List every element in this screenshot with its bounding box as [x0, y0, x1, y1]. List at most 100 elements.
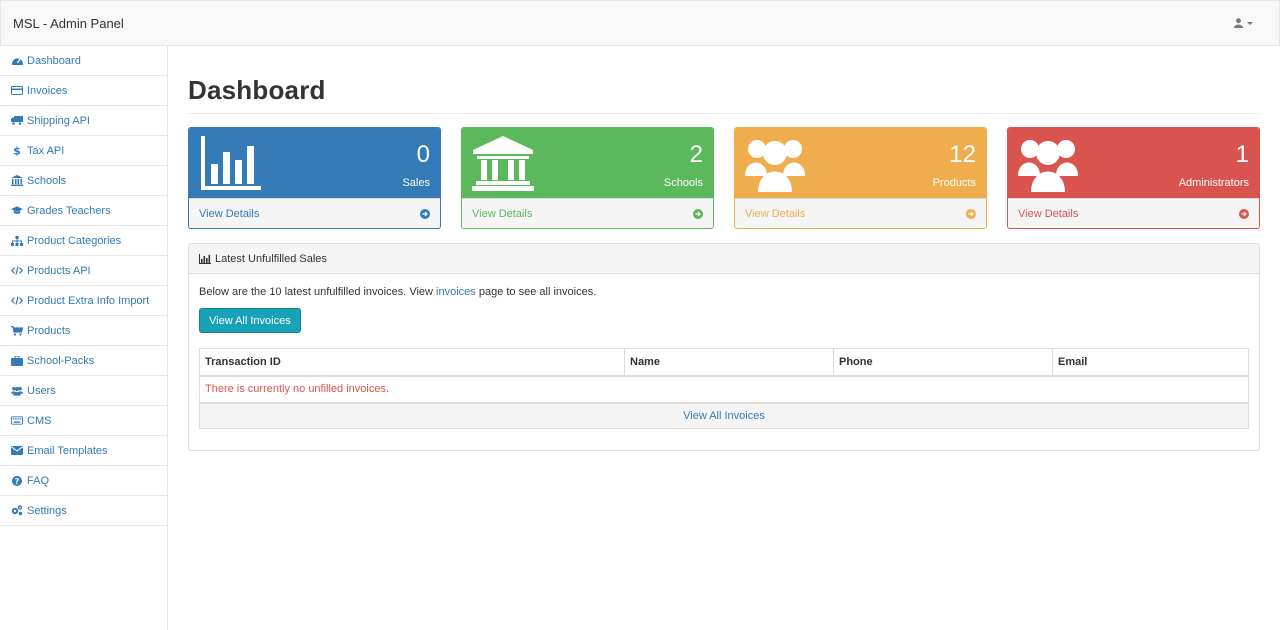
- sidebar-item-shipping-api[interactable]: Shipping API: [0, 106, 167, 136]
- sidebar-item-invoices[interactable]: Invoices: [0, 76, 167, 106]
- institution-icon: [472, 136, 534, 198]
- intro-text-end: page to see all invoices.: [475, 286, 597, 298]
- table-header-row: Transaction ID Name Phone Email: [199, 348, 1249, 377]
- sidebar-item-label: Products: [27, 324, 71, 337]
- panel-heading-text: Latest Unfulfilled Sales: [215, 252, 327, 265]
- column-header-phone[interactable]: Phone: [833, 348, 1053, 377]
- graduation-cap-icon: [11, 205, 23, 217]
- sidebar-item-products-api[interactable]: Products API: [0, 256, 167, 286]
- sidebar-item-school-packs[interactable]: School-Packs: [0, 346, 167, 376]
- stat-card-schools: 2 Schools View Details: [461, 127, 714, 229]
- intro-text: Below are the 10 latest unfulfilled invo…: [199, 286, 437, 298]
- view-details-link[interactable]: View Details: [189, 198, 440, 228]
- brand-title[interactable]: MSL - Admin Panel: [13, 16, 124, 31]
- sidebar-item-dashboard[interactable]: Dashboard: [0, 46, 167, 76]
- sidebar-item-users[interactable]: Users: [0, 376, 167, 406]
- panel-body: Below are the 10 latest unfulfilled invo…: [189, 274, 1259, 450]
- panel-heading: Latest Unfulfilled Sales: [189, 244, 1259, 274]
- question-circle-icon: ?: [11, 475, 23, 487]
- stat-card-numbers: 2 Schools: [664, 136, 703, 198]
- sidebar-item-label: CMS: [27, 414, 52, 427]
- latest-sales-panel: Latest Unfulfilled Sales Below are the 1…: [188, 243, 1260, 451]
- sidebar-item-product-categories[interactable]: Product Categories: [0, 226, 167, 256]
- view-all-invoices-footer-link[interactable]: View All Invoices: [199, 403, 1249, 429]
- user-icon: [1234, 18, 1243, 28]
- invoices-link[interactable]: invoices: [436, 286, 476, 298]
- panel-intro: Below are the 10 latest unfulfilled invo…: [199, 286, 1249, 298]
- truck-icon: [11, 115, 23, 127]
- view-details-label: View Details: [199, 208, 260, 220]
- svg-text:$: $: [13, 145, 21, 156]
- bar-chart-icon: [199, 253, 211, 264]
- main-content: Dashboard 0 Sales View Details 2 Schools View…: [168, 46, 1280, 630]
- sidebar-item-label: Shipping API: [27, 114, 90, 127]
- users-icon: [1018, 136, 1078, 198]
- stat-card-header: 0 Sales: [189, 128, 440, 198]
- column-header-email[interactable]: Email: [1052, 348, 1249, 377]
- view-details-label: View Details: [745, 208, 806, 220]
- keyboard-icon: [11, 415, 23, 427]
- sidebar-item-label: Products API: [27, 264, 91, 277]
- column-header-name[interactable]: Name: [624, 348, 834, 377]
- stat-card-sales: 0 Sales View Details: [188, 127, 441, 229]
- sidebar-item-label: Grades Teachers: [27, 204, 111, 217]
- empty-message: There is currently no unfilled invoices.: [205, 383, 390, 396]
- stat-card-header: 2 Schools: [462, 128, 713, 198]
- bar-chart-icon: [199, 136, 263, 198]
- sidebar-item-label: Product Extra Info Import: [27, 294, 150, 307]
- sidebar-item-product-extra-info-import[interactable]: Product Extra Info Import: [0, 286, 167, 316]
- arrow-circle-right-icon: [420, 209, 430, 219]
- arrow-circle-right-icon: [966, 209, 976, 219]
- stat-value: 2: [689, 141, 703, 168]
- code-icon: [11, 265, 23, 277]
- sidebar-item-label: Email Templates: [27, 444, 108, 457]
- sidebar-item-tax-api[interactable]: $ Tax API: [0, 136, 167, 166]
- stat-label: Administrators: [1178, 177, 1249, 189]
- stat-card-numbers: 1 Administrators: [1179, 136, 1249, 198]
- view-details-label: View Details: [472, 208, 533, 220]
- code-icon: [11, 295, 23, 307]
- chevron-down-icon: [1247, 21, 1253, 25]
- view-details-link[interactable]: View Details: [462, 198, 713, 228]
- stat-card-header: 1 Administrators: [1008, 128, 1259, 198]
- stat-cards: 0 Sales View Details 2 Schools View Details 12…: [188, 127, 1260, 229]
- stat-label: Schools: [663, 177, 703, 189]
- sidebar-item-label: Tax API: [27, 144, 65, 157]
- stat-label: Products: [932, 177, 976, 189]
- view-all-invoices-button[interactable]: View All Invoices: [199, 308, 301, 333]
- arrow-circle-right-icon: [693, 209, 703, 219]
- sidebar-item-email-templates[interactable]: Email Templates: [0, 436, 167, 466]
- stat-card-numbers: 0 Sales: [402, 136, 430, 198]
- stat-value: 1: [1235, 141, 1249, 168]
- column-header-transaction-id[interactable]: Transaction ID: [199, 348, 625, 377]
- dollar-icon: $: [11, 145, 23, 157]
- table-row: There is currently no unfilled invoices.: [200, 376, 1249, 403]
- stat-value: 12: [949, 141, 976, 168]
- sidebar-item-label: Product Categories: [27, 234, 122, 247]
- view-details-link[interactable]: View Details: [735, 198, 986, 228]
- sidebar-item-faq[interactable]: ? FAQ: [0, 466, 167, 496]
- shopping-cart-icon: [11, 325, 23, 337]
- sidebar: Dashboard Invoices Shipping API $ Tax API Sch…: [0, 46, 168, 630]
- sidebar-item-label: Invoices: [27, 84, 68, 97]
- user-menu-toggle[interactable]: [1234, 18, 1253, 28]
- top-navbar: MSL - Admin Panel: [0, 0, 1280, 46]
- credit-card-icon: [11, 85, 23, 97]
- arrow-circle-right-icon: [1239, 209, 1249, 219]
- sidebar-item-schools[interactable]: Schools: [0, 166, 167, 196]
- sidebar-item-label: Users: [27, 384, 56, 397]
- sidebar-item-label: Settings: [27, 504, 67, 517]
- sidebar-item-settings[interactable]: Settings: [0, 496, 167, 526]
- view-details-link[interactable]: View Details: [1008, 198, 1259, 228]
- sidebar-item-cms[interactable]: CMS: [0, 406, 167, 436]
- stat-card-products: 12 Products View Details: [734, 127, 987, 229]
- sidebar-item-label: FAQ: [27, 474, 50, 487]
- sidebar-item-label: Dashboard: [27, 54, 81, 67]
- view-details-label: View Details: [1018, 208, 1079, 220]
- svg-text:?: ?: [15, 477, 20, 486]
- sidebar-item-label: Schools: [27, 174, 67, 187]
- sidebar-item-label: School-Packs: [27, 354, 95, 367]
- sidebar-item-grades-teachers[interactable]: Grades Teachers: [0, 196, 167, 226]
- dashboard-icon: [11, 55, 23, 67]
- sidebar-item-products[interactable]: Products: [0, 316, 167, 346]
